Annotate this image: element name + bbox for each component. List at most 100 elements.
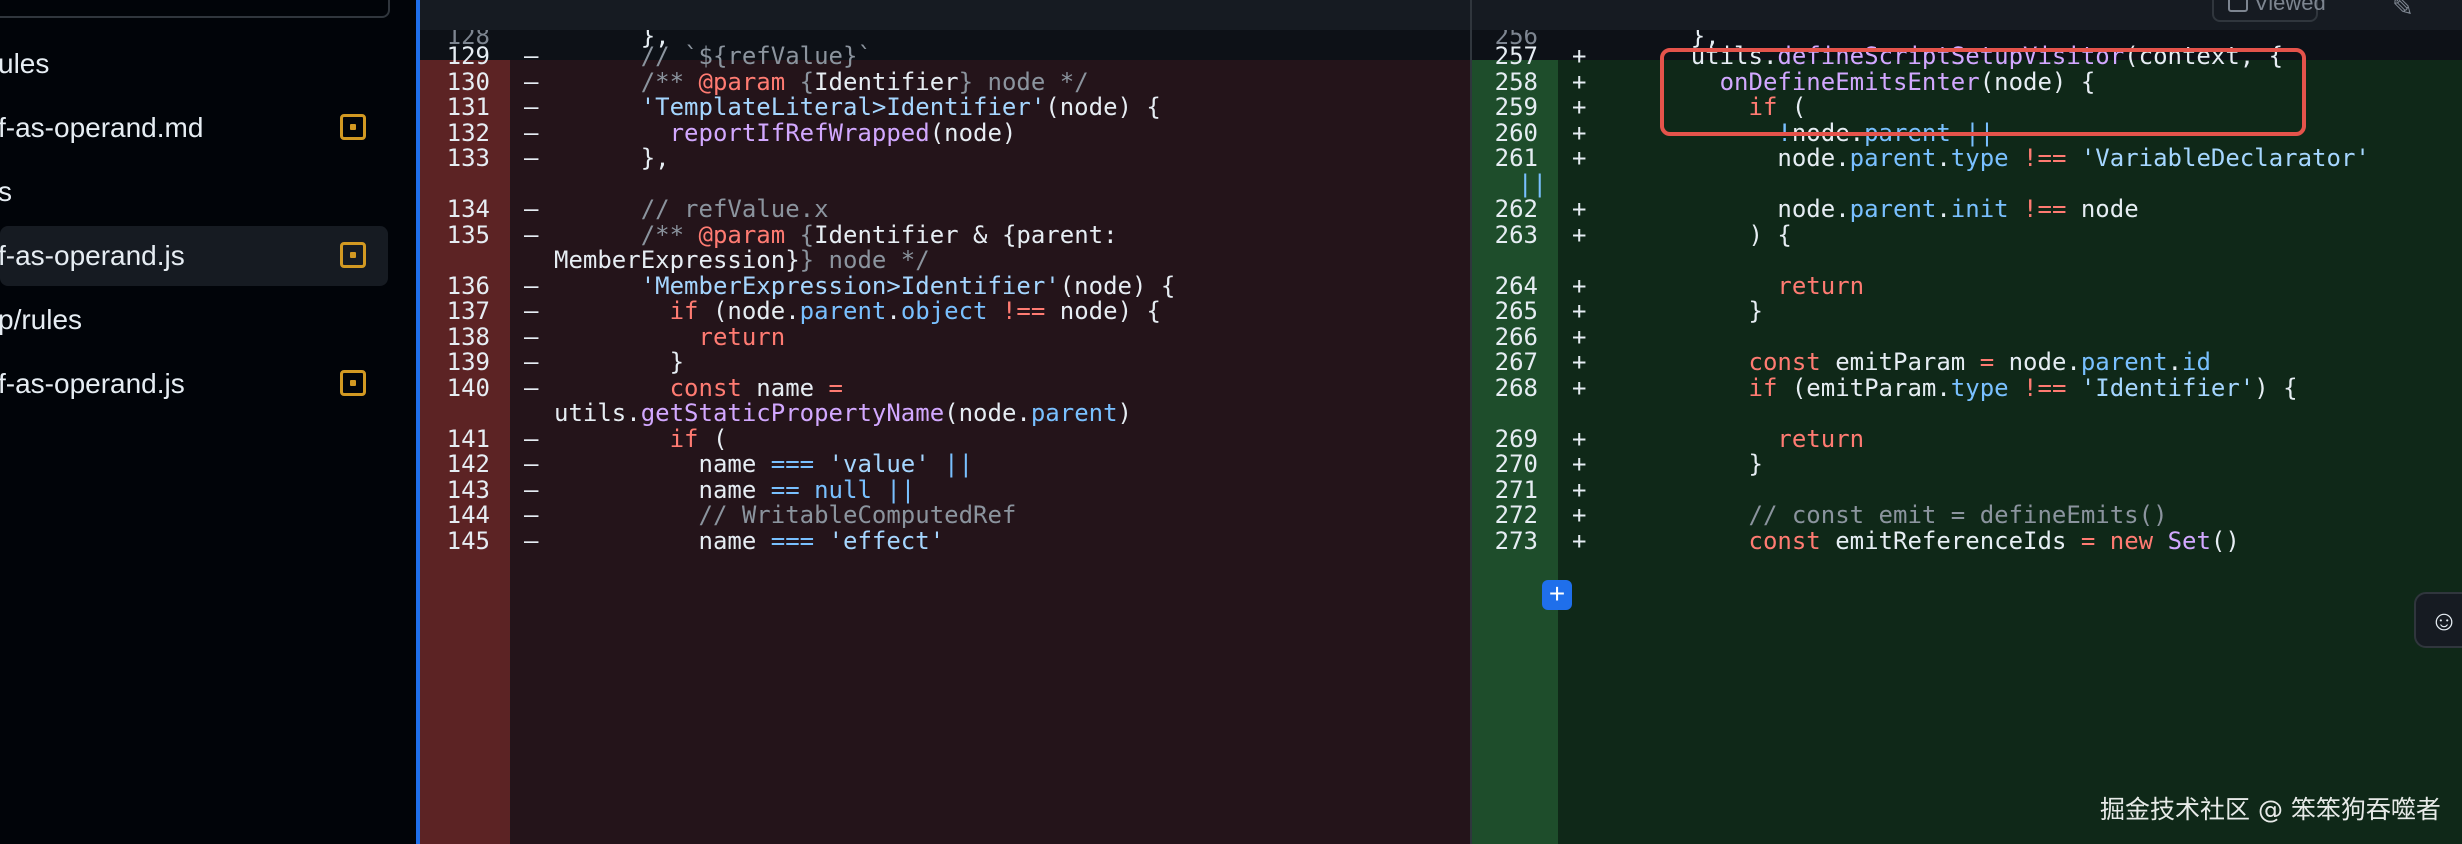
diff-sign: – bbox=[524, 374, 539, 402]
line-number: 138 bbox=[446, 323, 490, 351]
line-number: 263 bbox=[1494, 221, 1538, 249]
line-number: 270 bbox=[1494, 450, 1538, 478]
code-text: const emitReferenceIds = new Set() bbox=[1748, 527, 2240, 555]
line-number: 129 bbox=[446, 42, 490, 70]
diff-left-pane: 128 }, 129 – // `${refValue}` 130 – /** … bbox=[420, 30, 1470, 844]
code-text: // const emit = defineEmits() bbox=[1748, 501, 2168, 529]
line-number: 132 bbox=[446, 119, 490, 147]
line-number: 130 bbox=[446, 68, 490, 96]
tree-item-folder[interactable]: s bbox=[0, 162, 388, 222]
tree-item-label: ules bbox=[0, 48, 50, 79]
diff-sign: – bbox=[524, 93, 539, 121]
diff-sign: – bbox=[524, 119, 539, 147]
file-modified-icon bbox=[340, 370, 366, 396]
line-number: 271 bbox=[1494, 476, 1538, 504]
tree-item-label: f-as-operand.md bbox=[0, 112, 204, 143]
line-number: 140 bbox=[446, 374, 490, 402]
diff-sign: + bbox=[1572, 272, 1587, 300]
line-number: 258 bbox=[1494, 68, 1538, 96]
diff-sign: – bbox=[524, 221, 539, 249]
file-modified-icon bbox=[340, 242, 366, 268]
code-text: const name = bbox=[669, 374, 843, 402]
diff-sign: + bbox=[1572, 221, 1587, 249]
diff-sign: – bbox=[524, 425, 539, 453]
code-text: } bbox=[1604, 297, 1763, 325]
tree-item-folder[interactable]: p/rules bbox=[0, 290, 388, 350]
diff-sign: – bbox=[524, 297, 539, 325]
code-text: /** @param {Identifier} node */ bbox=[640, 68, 1089, 96]
line-number: 133 bbox=[446, 144, 490, 172]
diff-sign: + bbox=[1572, 450, 1587, 478]
line-number: 134 bbox=[446, 195, 490, 223]
code-text: 'TemplateLiteral>Identifier'(node) { bbox=[640, 93, 1161, 121]
diff-sign: + bbox=[1572, 68, 1587, 96]
diff-sign: – bbox=[524, 272, 539, 300]
line-number: 142 bbox=[446, 450, 490, 478]
diff-sign: – bbox=[524, 450, 539, 478]
line-number: 260 bbox=[1494, 119, 1538, 147]
code-text: // WritableComputedRef bbox=[698, 501, 1017, 529]
code-text: /** @param {Identifier & {parent: bbox=[640, 221, 1118, 249]
code-text: if (node.parent.object !== node) { bbox=[669, 297, 1161, 325]
viewed-button[interactable]: Viewed bbox=[2212, 0, 2326, 22]
diff-sign: + bbox=[1572, 42, 1587, 70]
watermark-text: 掘金技术社区 @ 笨笨狗吞噬者 bbox=[2100, 795, 2441, 824]
tree-item-label: f-as-operand.js bbox=[0, 368, 185, 399]
code-text: MemberExpression}} node */ bbox=[554, 246, 930, 274]
filter-input[interactable] bbox=[0, 0, 390, 18]
code-text: // refValue.x bbox=[640, 195, 829, 223]
line-number: 266 bbox=[1494, 323, 1538, 351]
code-text: name === 'value' || bbox=[554, 450, 974, 478]
tree-item-label: f-as-operand.js bbox=[0, 240, 185, 271]
tree-item-label: p/rules bbox=[0, 304, 83, 335]
line-number: 257 bbox=[1494, 42, 1538, 70]
tree-item-file[interactable]: f-as-operand.md bbox=[0, 98, 388, 158]
diff-sign: + bbox=[1572, 297, 1587, 325]
code-text: return bbox=[1777, 272, 1865, 300]
diff-sign: – bbox=[524, 68, 539, 96]
code-text: 'MemberExpression>Identifier'(node) { bbox=[640, 272, 1176, 300]
diff-sign: + bbox=[1572, 348, 1587, 376]
line-number: 261 bbox=[1494, 144, 1538, 172]
line-number: 262 bbox=[1494, 195, 1538, 223]
tree-item-label: s bbox=[0, 176, 12, 207]
code-text: // `${refValue}` bbox=[640, 42, 872, 70]
code-text: return bbox=[698, 323, 786, 351]
annotation-highlight-box bbox=[1660, 48, 2306, 136]
code-text: name == null || bbox=[554, 476, 916, 504]
diff-sign: – bbox=[524, 144, 539, 172]
pencil-icon[interactable]: ✎ bbox=[2392, 0, 2414, 23]
diff-sign: + bbox=[1572, 501, 1587, 529]
line-number: 135 bbox=[446, 221, 490, 249]
file-tree-sidebar: ules f-as-operand.md s f-as-operand.js p… bbox=[0, 0, 416, 844]
diff-sign: – bbox=[524, 348, 539, 376]
line-number: 267 bbox=[1494, 348, 1538, 376]
diff-sign: – bbox=[524, 527, 539, 555]
line-number: 265 bbox=[1494, 297, 1538, 325]
diff-sign: – bbox=[524, 42, 539, 70]
tree-item-folder[interactable]: ules bbox=[0, 34, 388, 94]
tree-item-file[interactable]: f-as-operand.js bbox=[0, 354, 388, 414]
diff-sign: + bbox=[1572, 119, 1587, 147]
diff-sign: + bbox=[1572, 144, 1587, 172]
diff-sign: + bbox=[1572, 323, 1587, 351]
line-number: 264 bbox=[1494, 272, 1538, 300]
line-number: 272 bbox=[1494, 501, 1538, 529]
tree-item-file-active[interactable]: f-as-operand.js bbox=[0, 226, 388, 286]
line-number: 269 bbox=[1494, 425, 1538, 453]
diff-sign: + bbox=[1572, 476, 1587, 504]
code-text: || bbox=[1518, 170, 1547, 198]
diff-sign: + bbox=[1572, 195, 1587, 223]
copilot-icon[interactable]: ☺ bbox=[2414, 592, 2462, 648]
code-text: return bbox=[1777, 425, 1865, 453]
diff-sign: – bbox=[524, 323, 539, 351]
code-text: name === 'effect' bbox=[554, 527, 945, 555]
diff-sign: + bbox=[1572, 93, 1587, 121]
plus-icon[interactable]: + bbox=[1542, 580, 1572, 610]
line-number: 144 bbox=[446, 501, 490, 529]
line-number: 143 bbox=[446, 476, 490, 504]
file-modified-icon bbox=[340, 114, 366, 140]
line-number: 131 bbox=[446, 93, 490, 121]
code-text: const emitParam = node.parent.id bbox=[1748, 348, 2211, 376]
diff-sign: + bbox=[1572, 374, 1587, 402]
